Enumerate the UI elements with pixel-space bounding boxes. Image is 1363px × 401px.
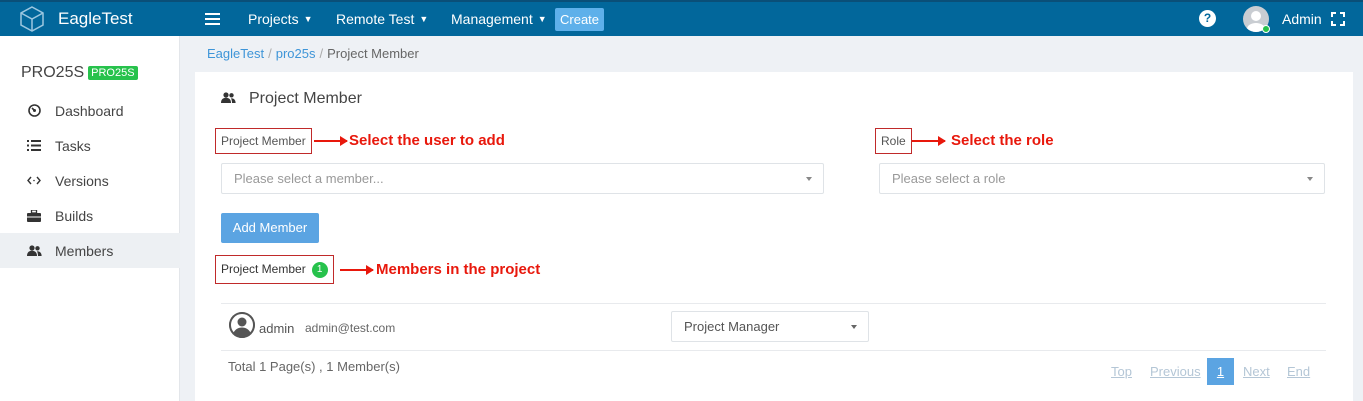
- pager-previous[interactable]: Previous: [1150, 364, 1201, 379]
- project-name: PRO25S: [21, 64, 85, 81]
- users-icon: [221, 90, 236, 108]
- sidebar-item-label: Tasks: [55, 137, 91, 154]
- brand[interactable]: EagleTest: [18, 2, 133, 36]
- member-role-select[interactable]: Project Manager: [671, 311, 869, 342]
- page-title: Project Member: [221, 90, 362, 108]
- sidebar-item-label: Versions: [55, 172, 109, 189]
- help-icon[interactable]: ?: [1199, 10, 1216, 27]
- annotation-arrow: [340, 265, 374, 275]
- annotation-arrow: [912, 136, 946, 146]
- sidebar-item-tasks[interactable]: Tasks: [0, 128, 180, 163]
- chevron-down-icon: ▼: [419, 14, 429, 24]
- pager-next[interactable]: Next: [1243, 364, 1270, 379]
- member-email: admin@test.com: [305, 321, 396, 335]
- chevron-down-icon: ▼: [537, 14, 547, 24]
- user-name[interactable]: Admin: [1282, 2, 1322, 36]
- annotation-select-role: Select the role: [951, 132, 1054, 149]
- code-icon: [25, 176, 43, 185]
- sidebar-item-label: Members: [55, 242, 114, 259]
- member-name: admin: [259, 321, 295, 336]
- project-badge: PRO25S: [88, 66, 138, 80]
- breadcrumb-separator: /: [319, 46, 324, 61]
- sidebar: PRO25S PRO25S Dashboard Tasks Versions B…: [0, 36, 180, 401]
- annotation-select-user: Select the user to add: [349, 132, 505, 149]
- sidebar-item-members[interactable]: Members: [0, 233, 180, 268]
- sidebar-item-label: Dashboard: [55, 102, 124, 119]
- sidebar-item-dashboard[interactable]: Dashboard: [0, 93, 180, 128]
- pager-end[interactable]: End: [1287, 364, 1310, 379]
- sidebar-item-versions[interactable]: Versions: [0, 163, 180, 198]
- table-row: admin admin@test.com Project Manager: [221, 303, 1326, 351]
- users-icon: [25, 245, 43, 256]
- breadcrumb-link-eagletest[interactable]: EagleTest: [207, 46, 264, 61]
- avatar: [229, 312, 255, 338]
- breadcrumb-link-project[interactable]: pro25s: [276, 46, 316, 61]
- online-status-dot: [1262, 25, 1270, 33]
- member-role-value: Project Manager: [684, 319, 780, 334]
- role-field-label: Role: [875, 128, 912, 154]
- top-navbar: EagleTest Projects ▼ Remote Test ▼ Managem…: [0, 0, 1363, 36]
- brand-name: EagleTest: [58, 9, 133, 28]
- member-field-label: Project Member: [215, 128, 312, 154]
- role-select-placeholder: Please select a role: [892, 171, 1006, 186]
- cube-logo-icon: [20, 6, 44, 32]
- breadcrumb: EagleTest / pro25s / Project Member: [207, 46, 419, 61]
- members-heading-label: Project Member: [221, 262, 306, 276]
- caret-down-icon: [1307, 177, 1313, 181]
- pager-current-page[interactable]: 1: [1207, 358, 1234, 385]
- nav-management-label: Management: [451, 11, 533, 27]
- members-count-badge: 1: [311, 261, 328, 278]
- chevron-down-icon: ▼: [303, 14, 313, 24]
- breadcrumb-current: Project Member: [327, 46, 419, 61]
- member-select[interactable]: Please select a member...: [221, 163, 824, 194]
- role-select[interactable]: Please select a role: [879, 163, 1325, 194]
- add-member-button[interactable]: Add Member: [221, 213, 319, 243]
- list-icon: [25, 140, 43, 151]
- nav-remote-test-label: Remote Test: [336, 11, 415, 27]
- nav-remote-test[interactable]: Remote Test ▼: [336, 2, 428, 36]
- page-title-text: Project Member: [249, 90, 362, 107]
- annotation-arrow: [314, 136, 348, 146]
- pagination-summary: Total 1 Page(s) , 1 Member(s): [228, 359, 400, 374]
- nav-management[interactable]: Management ▼: [451, 2, 547, 36]
- pager-top[interactable]: Top: [1111, 364, 1132, 379]
- briefcase-icon: [25, 209, 43, 222]
- annotation-members-in-project: Members in the project: [376, 261, 541, 278]
- breadcrumb-separator: /: [268, 46, 272, 61]
- nav-projects[interactable]: Projects ▼: [248, 2, 313, 36]
- project-title: PRO25S PRO25S: [21, 64, 138, 82]
- caret-down-icon: [806, 177, 812, 181]
- create-button[interactable]: Create: [555, 8, 605, 31]
- caret-down-icon: [851, 325, 857, 329]
- sidebar-item-builds[interactable]: Builds: [0, 198, 180, 233]
- dashboard-icon: [25, 104, 43, 117]
- fullscreen-icon[interactable]: [1331, 12, 1345, 26]
- members-heading: Project Member 1: [215, 255, 334, 284]
- nav-projects-label: Projects: [248, 11, 299, 27]
- menu-toggle-icon[interactable]: [205, 13, 220, 25]
- user-icon: [229, 312, 255, 338]
- project-member-panel: Project Member Project Member Select the…: [195, 72, 1353, 401]
- sidebar-item-label: Builds: [55, 207, 94, 224]
- member-select-placeholder: Please select a member...: [234, 171, 384, 186]
